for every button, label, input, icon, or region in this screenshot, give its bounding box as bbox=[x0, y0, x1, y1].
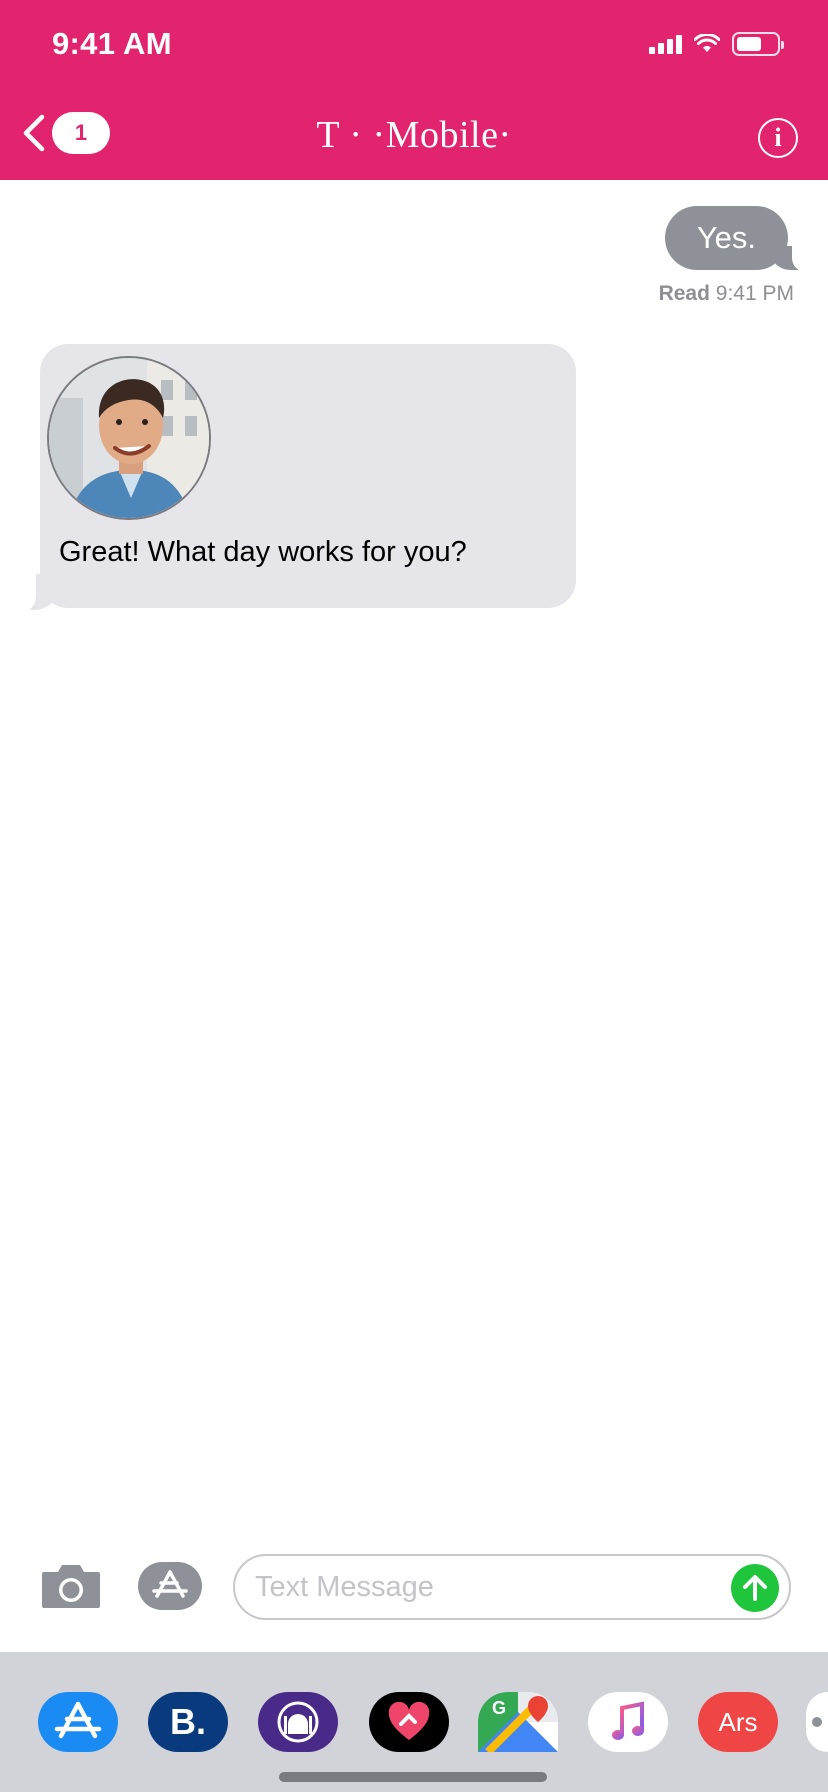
dot-icon bbox=[812, 1717, 822, 1727]
sent-message-bubble[interactable]: Yes. bbox=[664, 206, 788, 270]
message-input-field[interactable] bbox=[233, 1554, 791, 1620]
mosque-app-button[interactable] bbox=[258, 1692, 338, 1752]
sender-avatar bbox=[47, 356, 211, 520]
app-store-app-button[interactable] bbox=[38, 1692, 118, 1752]
conversation-header: 9:41 AM 1 T · ·Mobile· i bbox=[0, 0, 828, 180]
info-button[interactable]: i bbox=[758, 118, 798, 158]
booking-app-button[interactable]: B. bbox=[148, 1692, 228, 1752]
sent-message-text: Yes. bbox=[696, 220, 756, 255]
ars-icon: Ars bbox=[718, 1706, 758, 1737]
send-button[interactable] bbox=[731, 1564, 779, 1612]
music-icon bbox=[612, 1701, 644, 1740]
person-photo-icon bbox=[49, 358, 209, 518]
read-receipt: Read 9:41 PM bbox=[659, 282, 794, 306]
info-icon: i bbox=[774, 123, 782, 152]
home-indicator[interactable] bbox=[279, 1772, 547, 1782]
read-receipt-time: 9:41 PM bbox=[715, 282, 794, 305]
message-input[interactable] bbox=[255, 1556, 715, 1618]
google-maps-icon: G bbox=[478, 1692, 558, 1752]
app-drawer: B. G Ars bbox=[0, 1652, 828, 1792]
music-app-button[interactable] bbox=[588, 1692, 668, 1752]
more-apps-button[interactable] bbox=[806, 1692, 828, 1752]
wifi-icon bbox=[694, 34, 720, 52]
battery-icon bbox=[732, 32, 784, 56]
svg-text:G: G bbox=[492, 1698, 506, 1718]
app-store-button[interactable] bbox=[138, 1562, 202, 1610]
cellular-signal-icon bbox=[649, 34, 682, 54]
carrier-title: T · ·Mobile· bbox=[316, 114, 512, 156]
camera-button[interactable] bbox=[40, 1562, 102, 1610]
google-maps-app-button[interactable]: G bbox=[478, 1692, 558, 1752]
messages-screen: 9:41 AM 1 T · ·Mobile· i Yes. Read 9:41 … bbox=[0, 0, 828, 1792]
camera-icon bbox=[42, 1565, 100, 1608]
app-store-icon bbox=[152, 1570, 188, 1598]
app-store-icon bbox=[54, 1701, 102, 1739]
status-time: 9:41 AM bbox=[52, 26, 172, 61]
read-receipt-label: Read bbox=[658, 282, 710, 305]
received-message-text: Great! What day works for you? bbox=[59, 536, 467, 568]
heart-app-button[interactable] bbox=[369, 1692, 449, 1752]
arrow-up-icon bbox=[743, 1575, 767, 1601]
ars-app-button[interactable]: Ars bbox=[698, 1692, 778, 1752]
mosque-icon bbox=[277, 1701, 319, 1743]
status-icons bbox=[649, 32, 784, 56]
booking-icon: B. bbox=[170, 1701, 206, 1742]
heart-icon bbox=[388, 1702, 430, 1740]
